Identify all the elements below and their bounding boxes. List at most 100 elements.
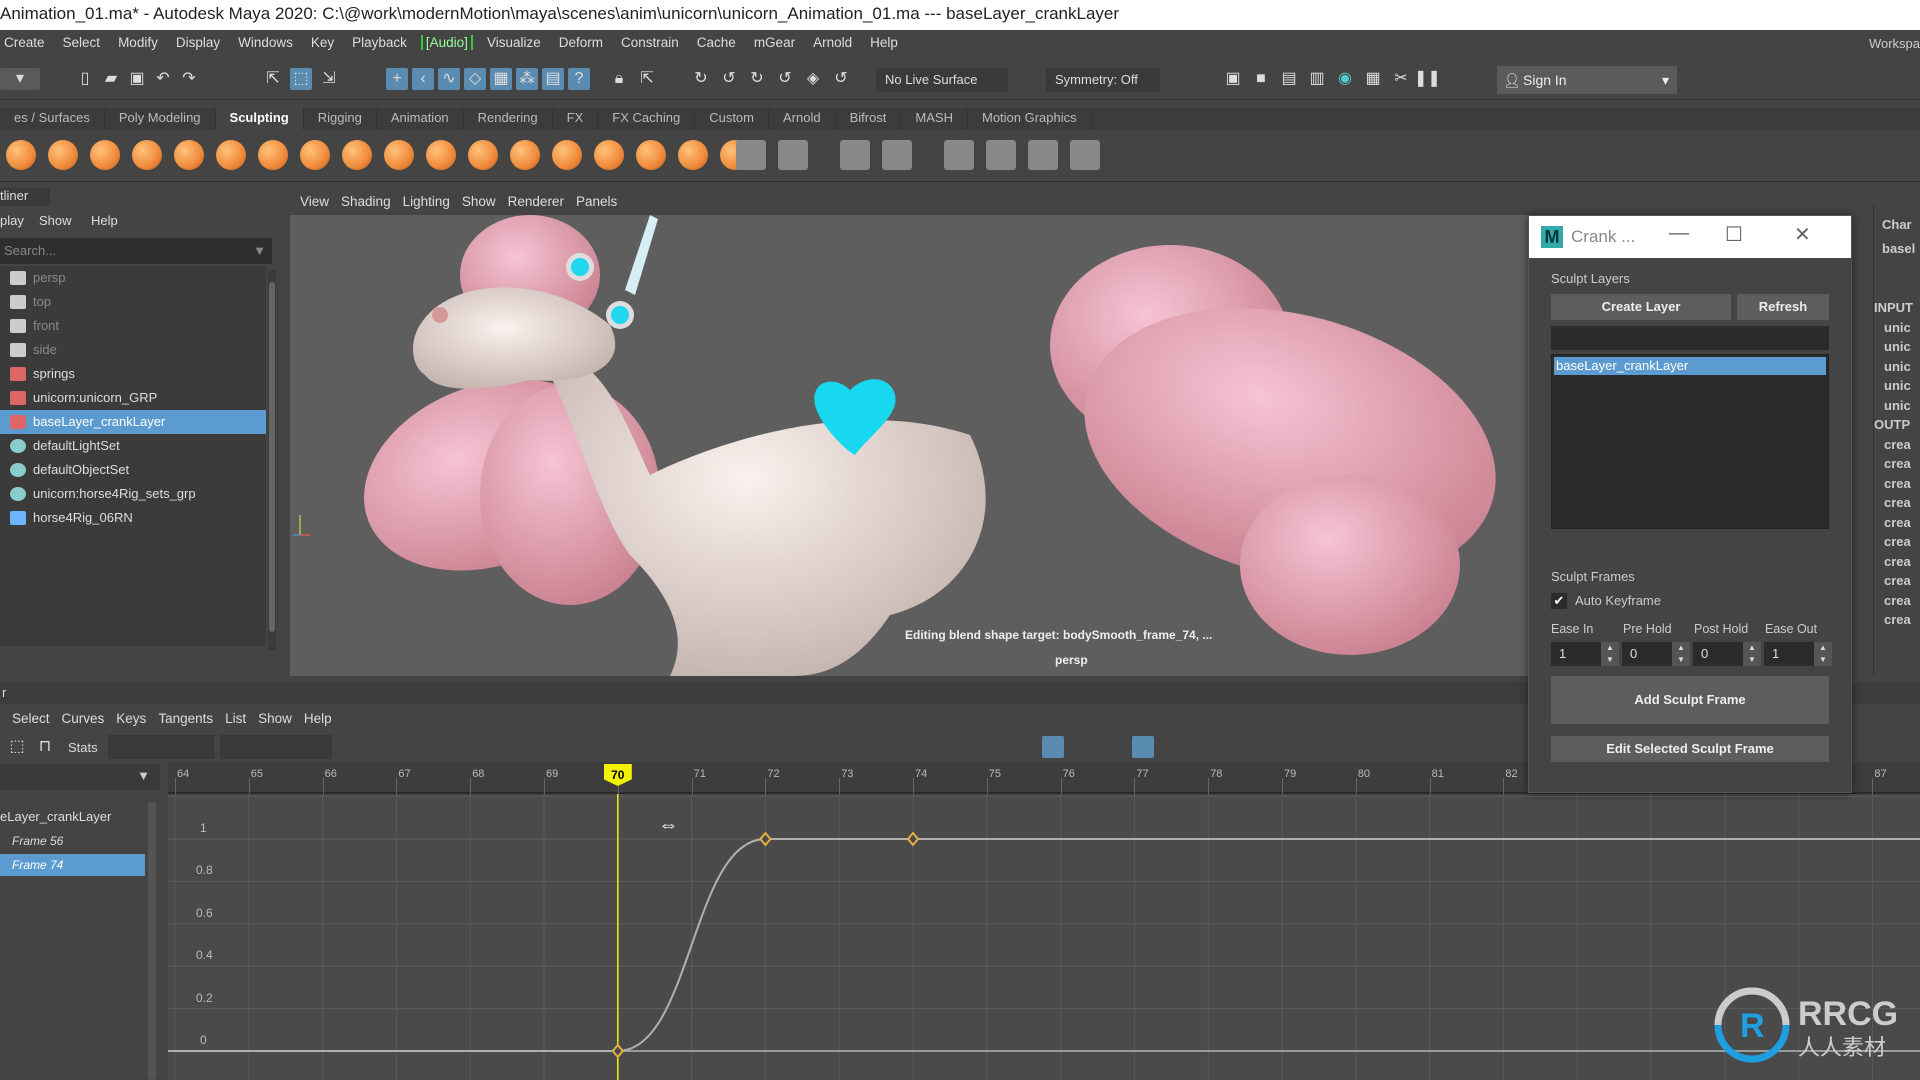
break-tangents-icon[interactable] <box>772 736 794 758</box>
make-live-icon[interactable]: ▦ <box>490 68 512 90</box>
stats-value-field[interactable] <box>220 735 332 759</box>
outliner-item[interactable]: defaultLightSet <box>0 434 266 458</box>
channel-box-line[interactable]: INPUT <box>1874 300 1913 315</box>
output-ops-icon[interactable]: ↻ <box>746 68 768 90</box>
time-snap-icon[interactable] <box>892 736 914 758</box>
live-surface-field[interactable]: No Live Surface <box>876 68 1008 92</box>
maximize-button[interactable]: ☐ <box>1725 222 1743 247</box>
shelf-tab-fx[interactable]: FX <box>553 108 599 130</box>
menu-audio[interactable]: [Audio] <box>420 35 473 50</box>
frame-all-icon[interactable] <box>352 736 374 758</box>
graph-outliner-item[interactable]: eLayer_crankLayer <box>0 806 145 828</box>
graph-outliner-scrollbar[interactable] <box>148 802 156 1080</box>
outliner-item[interactable]: defaultObjectSet <box>0 458 266 482</box>
snap-grid-icon[interactable]: + <box>386 68 408 90</box>
channel-box-line[interactable]: crea <box>1884 456 1911 471</box>
wax-tool-icon[interactable] <box>426 140 456 170</box>
menu-select[interactable]: Select <box>59 35 105 50</box>
graph-editor-canvas[interactable]: 6465666768697071727374757677787980818283… <box>168 762 1920 1080</box>
value-snap-icon[interactable] <box>922 736 944 758</box>
repeat-tool-icon[interactable] <box>342 140 372 170</box>
smear-tool-icon[interactable] <box>594 140 624 170</box>
stats-frame-field[interactable] <box>108 735 214 759</box>
outliner-item[interactable]: unicorn:unicorn_GRP <box>0 386 266 410</box>
auto-tangent-icon[interactable] <box>442 736 464 758</box>
render-view-icon[interactable]: ▣ <box>1222 68 1244 90</box>
shelf-tab-polymodeling[interactable]: Poly Modeling <box>105 108 216 130</box>
stack-curves-icon[interactable] <box>1042 736 1064 758</box>
input-ops-icon[interactable]: ↺ <box>718 68 740 90</box>
help-icon[interactable]: ? <box>568 68 590 90</box>
channel-box-line[interactable]: crea <box>1884 495 1911 510</box>
undo-icon[interactable]: ↶ <box>152 68 174 90</box>
snap-point-icon[interactable]: ∿ <box>438 68 460 90</box>
pre-infinity-icon[interactable] <box>1102 736 1124 758</box>
linear-tangent-icon[interactable] <box>532 736 554 758</box>
shelf-tab-mash[interactable]: MASH <box>901 108 968 130</box>
sculpt-tool-icon[interactable] <box>6 140 36 170</box>
menu-constrain[interactable]: Constrain <box>617 35 683 50</box>
shelf-tab-sculpting[interactable]: Sculpting <box>215 108 304 130</box>
render-current-icon[interactable]: ■ <box>1250 68 1272 90</box>
outliner-menu-display[interactable]: play <box>0 213 24 228</box>
channel-box-line[interactable]: crea <box>1884 515 1911 530</box>
menu-deform[interactable]: Deform <box>555 35 607 50</box>
history-icon[interactable]: ↺ <box>830 68 852 90</box>
outliner-item[interactable]: springs <box>0 362 266 386</box>
normalize-icon[interactable] <box>982 736 1004 758</box>
outliner-item[interactable]: persp <box>0 266 266 290</box>
post-hold-spinbox[interactable]: 0 ▲ ▼ <box>1693 642 1761 666</box>
outliner-menu-show[interactable]: Show <box>39 213 72 228</box>
oscillate-icon[interactable] <box>1222 736 1244 758</box>
pause-icon[interactable]: ❚❚ <box>1414 68 1441 90</box>
symmetry-field[interactable]: Symmetry: Off <box>1046 68 1160 92</box>
smooth-tool-icon[interactable] <box>48 140 78 170</box>
viewport-menu-lighting[interactable]: Lighting <box>403 190 450 214</box>
light-editor-icon[interactable]: ▦ <box>1362 68 1384 90</box>
linear-infinity-icon[interactable] <box>1252 736 1274 758</box>
channel-box-line[interactable]: OUTP <box>1874 417 1910 432</box>
graph-menu-tangents[interactable]: Tangents <box>158 706 213 732</box>
shelf-tab-rendering[interactable]: Rendering <box>464 108 553 130</box>
open-scene-icon[interactable]: ▰ <box>100 68 122 90</box>
channel-box-line[interactable]: Char <box>1882 217 1912 232</box>
frame-playback-icon[interactable] <box>382 736 404 758</box>
menu-set-dropdown[interactable]: ▾ <box>0 68 40 90</box>
shelf-tab-essurfaces[interactable]: es / Surfaces <box>0 108 105 130</box>
add-sculpt-frame-button[interactable]: Add Sculpt Frame <box>1551 676 1829 724</box>
channel-box-line[interactable]: crea <box>1884 554 1911 569</box>
workspace-label[interactable]: Workspa <box>1869 36 1920 51</box>
animation-curve[interactable] <box>168 838 1920 1052</box>
menu-create[interactable]: Create <box>0 35 49 50</box>
channel-box-line[interactable]: crea <box>1884 612 1911 627</box>
hypershade-icon[interactable]: ◉ <box>1334 68 1356 90</box>
shelf-tab-fxcaching[interactable]: FX Caching <box>598 108 696 130</box>
imprint-tool-icon[interactable] <box>384 140 414 170</box>
flat-tangent-icon[interactable] <box>562 736 584 758</box>
buffer-curve-snapshot-icon[interactable] <box>712 736 734 758</box>
snap-vertex-icon[interactable]: ⁂ <box>516 68 538 90</box>
shelf-tab-arnold[interactable]: Arnold <box>769 108 836 130</box>
spin-arrows-icon[interactable]: ▲ ▼ <box>1672 642 1690 666</box>
spin-arrows-icon[interactable]: ▲ ▼ <box>1743 642 1761 666</box>
mask-icon[interactable] <box>778 140 808 170</box>
post-infinity-icon[interactable] <box>1132 736 1154 758</box>
outliner-scrollbar[interactable] <box>268 270 276 650</box>
layer-name-input[interactable] <box>1551 326 1829 350</box>
channel-box-line[interactable]: crea <box>1884 437 1911 452</box>
out-tangent-icon[interactable] <box>682 736 704 758</box>
outliner-item[interactable]: baseLayer_crankLayer <box>0 410 266 434</box>
graph-menu-help[interactable]: Help <box>304 706 332 732</box>
channel-box-line[interactable]: unic <box>1884 339 1911 354</box>
channel-box-line[interactable]: crea <box>1884 476 1911 491</box>
lock-tangent-weight-icon[interactable] <box>862 736 884 758</box>
menu-display[interactable]: Display <box>172 35 224 50</box>
free-tangent-weight-icon[interactable] <box>832 736 854 758</box>
save-scene-icon[interactable]: ▣ <box>126 68 148 90</box>
shelf-tab-animation[interactable]: Animation <box>377 108 464 130</box>
channel-box-line[interactable]: basel <box>1882 241 1915 256</box>
graph-outliner-filter[interactable]: ▼ <box>0 764 160 790</box>
amplify-tool-icon[interactable] <box>678 140 708 170</box>
ipr-render-icon[interactable]: ▤ <box>1278 68 1300 90</box>
crank-title-bar[interactable]: M Crank ... — ☐ ✕ <box>1529 216 1851 258</box>
